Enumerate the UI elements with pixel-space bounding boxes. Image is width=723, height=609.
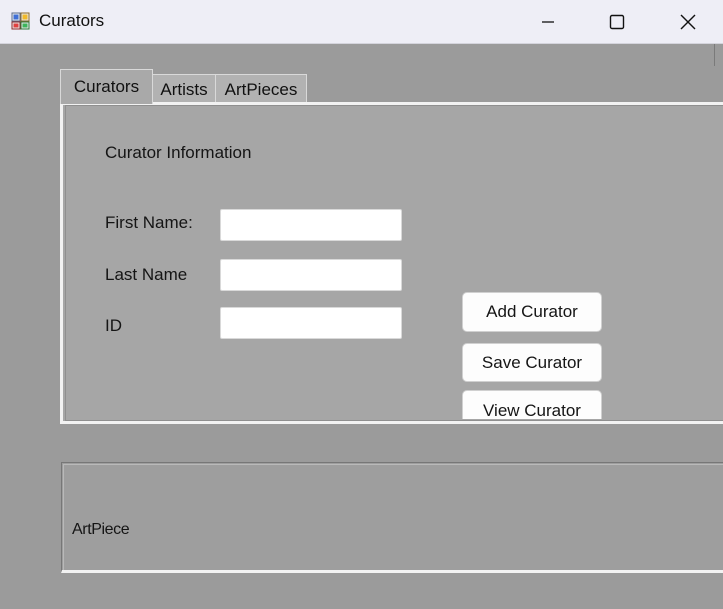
save-curator-button[interactable]: Save Curator xyxy=(462,343,602,382)
tab-artpieces[interactable]: ArtPieces xyxy=(215,74,307,104)
maximize-icon xyxy=(609,14,625,29)
minimize-icon xyxy=(542,20,554,23)
curators-window: Curators Curators Artists ArtPieces Cura… xyxy=(0,0,723,609)
add-curator-button[interactable]: Add Curator xyxy=(462,292,602,332)
first-name-field[interactable] xyxy=(220,209,402,241)
artpiece-label: ArtPiece xyxy=(72,521,130,538)
tab-curators[interactable]: Curators xyxy=(60,69,153,104)
close-button[interactable] xyxy=(665,0,711,43)
view-curator-clip: View Curator xyxy=(462,390,602,419)
tab-artists[interactable]: Artists xyxy=(152,74,216,104)
title-bar[interactable]: Curators xyxy=(0,0,723,44)
close-icon xyxy=(680,14,696,29)
window-edge xyxy=(714,44,715,66)
view-curator-button[interactable]: View Curator xyxy=(462,390,602,419)
last-name-field[interactable] xyxy=(220,259,402,291)
artpiece-groupbox xyxy=(61,462,723,573)
tab-artists-label: Artists xyxy=(160,79,208,99)
window-title: Curators xyxy=(39,11,105,30)
id-field[interactable] xyxy=(220,307,402,339)
app-forms-icon xyxy=(11,12,30,30)
tab-artpieces-label: ArtPieces xyxy=(224,79,298,99)
groupbox-inner-border xyxy=(63,464,723,570)
maximize-button[interactable] xyxy=(594,0,640,43)
tab-curators-label: Curators xyxy=(73,77,140,96)
minimize-button[interactable] xyxy=(525,0,571,43)
